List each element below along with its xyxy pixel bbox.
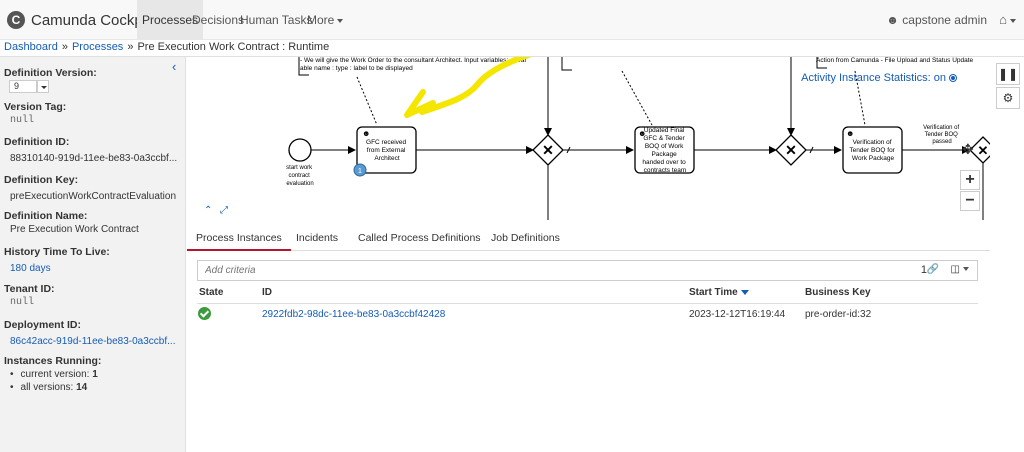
definition-id-label: Definition ID:: [4, 136, 70, 148]
gateway-x-icon: ✕: [978, 143, 989, 158]
start-time-label: Start Time: [689, 287, 738, 298]
definition-version-label: Definition Version:: [4, 67, 97, 79]
tab-process-instances[interactable]: Process Instances: [187, 221, 291, 251]
deployment-id-label: Deployment ID:: [4, 319, 82, 331]
instances-running-label: Instances Running:: [4, 355, 102, 367]
breadcrumb-processes[interactable]: Processes: [72, 41, 123, 53]
instances-running-list: current version: 1 all versions: 14: [10, 369, 98, 395]
chevron-down-icon: [337, 18, 344, 23]
instance-tabs: Process Instances Incidents Called Proce…: [187, 221, 990, 251]
chevron-up-icon[interactable]: ⌃: [204, 205, 212, 216]
app-brand[interactable]: Camunda Cockpit: [31, 12, 150, 29]
activity-statistics-label: Activity Instance Statistics: on: [801, 72, 946, 84]
definition-sidebar: ‹ Definition Version: 9 Version Tag: nul…: [0, 57, 186, 452]
association-line: [621, 70, 653, 126]
current-version-count: 1: [92, 369, 98, 380]
task-verification-label: Verification of Tender BOQ for Work Pack…: [849, 139, 896, 162]
chevron-down-icon: [1010, 18, 1016, 23]
column-header-id[interactable]: ID: [262, 287, 272, 298]
user-icon: ☻: [886, 13, 899, 27]
definition-key-value: preExecutionWorkContractEvaluation: [10, 191, 177, 202]
list-item: current version: 1: [10, 369, 98, 380]
zoom-in-button[interactable]: +: [960, 170, 980, 190]
definition-name-label: Definition Name:: [4, 210, 88, 222]
column-header-business-key[interactable]: Business Key: [805, 287, 871, 298]
tenant-id-label: Tenant ID:: [4, 283, 55, 295]
annotation-right: Action from Camunda - File Upload and St…: [816, 57, 974, 64]
definition-version-select[interactable]: 9: [9, 80, 49, 93]
instance-id-link[interactable]: 2922fdb2-98dc-11ee-be83-0a3ccbf42428: [262, 309, 445, 320]
annotation-left-line1: - We will give the Work Order to the con…: [300, 57, 527, 64]
save-search-icon[interactable]: ◫: [951, 264, 969, 275]
user-task-icon: ☻: [362, 129, 370, 138]
tenant-id-value: null: [10, 297, 35, 308]
tab-job-definitions[interactable]: Job Definitions: [482, 221, 569, 251]
top-navbar: C Camunda Cockpit Processes Decisions Hu…: [0, 0, 1024, 40]
tab-incidents[interactable]: Incidents: [287, 221, 347, 251]
link-icon[interactable]: 🔗: [927, 264, 939, 275]
all-versions-label: all versions:: [20, 382, 74, 393]
all-versions-count: 14: [76, 382, 88, 393]
instance-start-time: 2023-12-12T16:19:44: [689, 309, 786, 320]
collapse-sidebar-icon[interactable]: ‹: [172, 59, 176, 74]
table-divider: [197, 303, 978, 304]
deployment-id-value[interactable]: 86c42acc-919d-11ee-be83-0a3ccbf...: [10, 336, 175, 347]
bpmn-diagram[interactable]: - We will give the Work Order to the con…: [187, 57, 990, 220]
zoom-out-button[interactable]: −: [960, 191, 980, 211]
camunda-logo-icon[interactable]: C: [7, 11, 25, 29]
list-item: all versions: 14: [10, 382, 98, 393]
pause-icon: ❚❚: [997, 67, 1019, 81]
nav-more[interactable]: More: [302, 0, 348, 40]
breadcrumb-separator: »: [127, 41, 134, 53]
move-cursor-icon: ✥: [962, 142, 974, 158]
association-line: [356, 76, 378, 126]
nav-more-label: More: [307, 13, 335, 27]
gear-icon: ⚙: [1002, 91, 1014, 105]
breadcrumb-separator: »: [61, 41, 68, 53]
highlight-arrow: [404, 57, 532, 118]
breadcrumb: Dashboard» Processes» Pre Execution Work C…: [0, 40, 1024, 57]
instance-business-key: pre-order-id:32: [805, 309, 872, 320]
definition-key-label: Definition Key:: [4, 174, 79, 186]
activity-statistics-toggle[interactable]: Activity Instance Statistics: on: [801, 72, 957, 84]
tab-called-process-definitions[interactable]: Called Process Definitions: [349, 221, 490, 251]
annotation-bracket: [561, 57, 572, 71]
definition-version-value: 9: [14, 81, 20, 91]
add-criteria-input[interactable]: [205, 265, 605, 276]
chevron-down-icon[interactable]: [37, 80, 49, 93]
current-version-label: current version:: [20, 369, 90, 380]
history-ttl-value[interactable]: 180 days: [10, 263, 51, 274]
flow-label: Verification of Tender BOQ passed: [923, 125, 961, 145]
home-menu[interactable]: ⌂: [999, 0, 1016, 40]
definition-name-value: Pre Execution Work Contract: [10, 224, 139, 235]
state-ok-icon: [198, 307, 211, 320]
radio-on-icon: [949, 74, 957, 83]
start-event[interactable]: [288, 138, 312, 162]
history-ttl-label: History Time To Live:: [4, 246, 110, 258]
breadcrumb-dashboard[interactable]: Dashboard: [4, 41, 58, 53]
suspend-pause-button[interactable]: ❚❚: [996, 63, 1020, 85]
user-name: capstone admin: [902, 13, 987, 27]
gateway-x-icon: ✕: [542, 142, 554, 158]
annotation-left-line2: able name : type : label to be displayed: [300, 65, 413, 72]
gateway-x-icon: ✕: [785, 142, 797, 158]
chevron-down-icon: [963, 267, 969, 272]
user-menu[interactable]: ☻ capstone admin: [886, 0, 987, 40]
expand-icon[interactable]: ⤢: [220, 205, 228, 216]
settings-button[interactable]: ⚙: [996, 87, 1020, 109]
activity-instance-count: 1: [358, 168, 362, 175]
definition-id-value: 88310140-919d-11ee-be83-0a3ccbf...: [10, 153, 178, 164]
column-header-start-time[interactable]: Start Time: [689, 287, 749, 298]
version-tag-value: null: [10, 115, 35, 126]
search-criteria-bar[interactable]: 1 🔗 ◫: [197, 260, 978, 281]
start-event-label: start work contract evaluation: [286, 165, 314, 187]
breadcrumb-current: Pre Execution Work Contract : Runtime: [137, 41, 330, 53]
home-icon: ⌂: [999, 12, 1007, 27]
sort-desc-icon[interactable]: [740, 289, 749, 295]
column-header-state[interactable]: State: [199, 287, 223, 298]
user-task-icon: ☻: [846, 129, 854, 138]
version-tag-label: Version Tag:: [4, 101, 67, 113]
